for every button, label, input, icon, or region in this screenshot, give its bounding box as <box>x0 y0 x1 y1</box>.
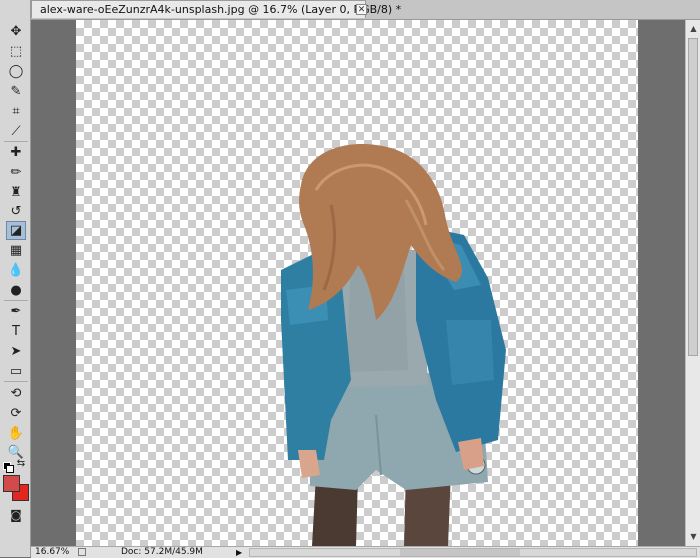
type-tool-icon[interactable]: T <box>6 322 26 341</box>
marquee-tool-icon[interactable]: ⬚ <box>6 42 26 61</box>
crop-tool-icon[interactable]: ⌗ <box>6 102 26 121</box>
canvas-area[interactable] <box>31 20 685 546</box>
quick-mask-icon[interactable]: ◙ <box>6 505 26 524</box>
tool-separator <box>4 381 28 382</box>
document-tab-title: alex-ware-oEeZunzrA4k-unsplash.jpg @ 16.… <box>40 3 402 16</box>
quick-selection-tool-icon[interactable]: ✎ <box>6 82 26 101</box>
3d-orbit-tool-icon[interactable]: ⟳ <box>6 404 26 423</box>
lasso-tool-icon[interactable]: ◯ <box>6 62 26 81</box>
3d-rotate-tool-icon[interactable]: ⟲ <box>6 384 26 403</box>
vertical-scroll-thumb[interactable] <box>688 38 698 356</box>
document-size-info: Doc: 57.2M/45.9M <box>121 547 203 557</box>
document-canvas[interactable] <box>76 20 638 546</box>
eyedropper-tool-icon[interactable]: ⟋ <box>6 122 26 141</box>
gradient-tool-icon[interactable]: ▦ <box>6 241 26 260</box>
zoom-level-field[interactable]: 16.67% <box>35 547 69 558</box>
eraser-tool-icon[interactable]: ◪ <box>6 221 26 240</box>
horizontal-scroll-thumb[interactable] <box>400 549 520 556</box>
rectangle-tool-icon[interactable]: ▭ <box>6 362 26 381</box>
dodge-tool-icon[interactable]: ● <box>6 281 26 300</box>
horizontal-scrollbar[interactable] <box>249 548 697 557</box>
pen-tool-icon[interactable]: ✒ <box>6 302 26 321</box>
vertical-scrollbar[interactable]: ▲ ▼ <box>685 20 700 546</box>
status-info-icon[interactable] <box>78 548 86 556</box>
status-bar: 16.67% Doc: 57.2M/45.9M ▶ <box>31 546 700 558</box>
foreground-color-swatch[interactable] <box>3 475 20 492</box>
document-tab-bar: alex-ware-oEeZunzrA4k-unsplash.jpg @ 16.… <box>31 0 700 20</box>
document-tab[interactable]: alex-ware-oEeZunzrA4k-unsplash.jpg @ 16.… <box>31 0 401 18</box>
move-tool-icon[interactable]: ✥ <box>6 22 26 41</box>
scroll-down-icon[interactable]: ▼ <box>686 530 700 544</box>
blur-tool-icon[interactable]: 💧 <box>6 261 26 280</box>
healing-brush-tool-icon[interactable]: ✚ <box>6 143 26 162</box>
photo-layer-image <box>281 144 506 546</box>
brush-tool-icon[interactable]: ✏ <box>6 163 26 182</box>
default-colors-icon-back[interactable] <box>6 465 14 473</box>
status-menu-arrow-icon[interactable]: ▶ <box>236 547 242 558</box>
history-brush-tool-icon[interactable]: ↺ <box>6 202 26 221</box>
tools-panel: ✥ ⬚ ◯ ✎ ⌗ ⟋ ✚ ✏ ♜ ↺ ◪ ▦ 💧 ● ✒ T ➤ ▭ ⟲ ⟳ … <box>0 0 31 557</box>
clone-stamp-tool-icon[interactable]: ♜ <box>6 183 26 202</box>
hand-tool-icon[interactable]: ✋ <box>6 424 26 443</box>
tool-separator <box>4 300 28 301</box>
path-selection-tool-icon[interactable]: ➤ <box>6 342 26 361</box>
scroll-up-icon[interactable]: ▲ <box>686 22 700 36</box>
swap-colors-icon[interactable]: ⇆ <box>14 458 28 470</box>
close-icon[interactable]: ✕ <box>356 4 367 15</box>
tool-separator <box>4 141 28 142</box>
